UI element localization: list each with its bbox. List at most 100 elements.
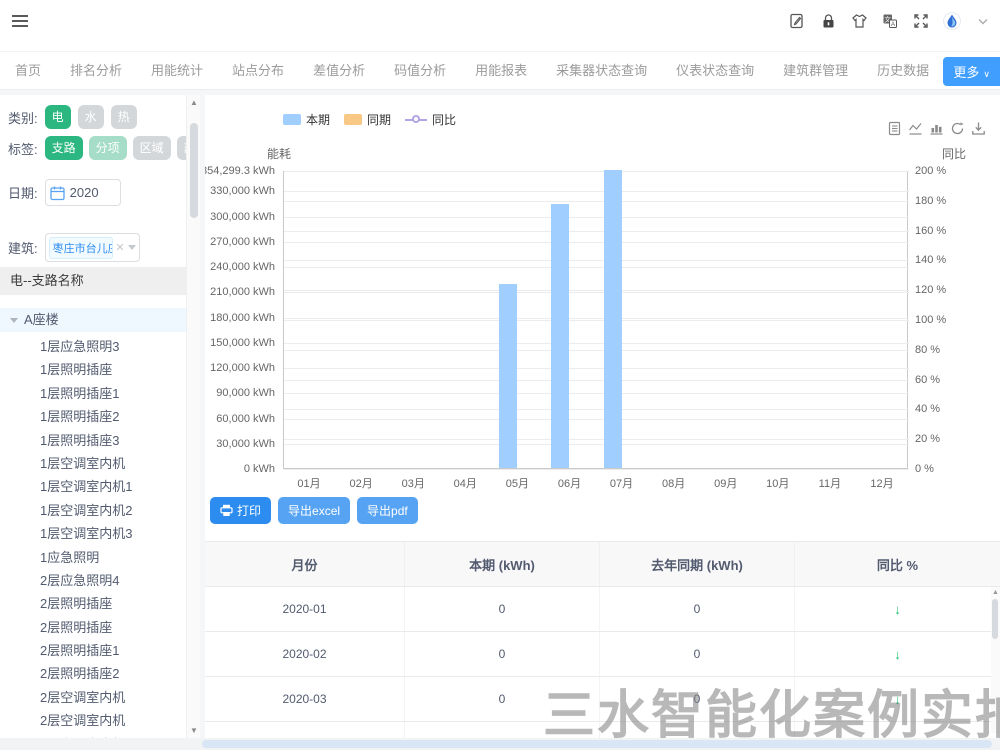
tree-node-child[interactable]: 1层照明插座1 <box>0 382 186 405</box>
bar-current-period[interactable] <box>551 204 569 468</box>
tree-node-child[interactable]: 2层空调室内机 <box>0 709 186 732</box>
sidebar-scrollbar[interactable]: ▲ ▼ <box>186 95 200 738</box>
tree-node-child[interactable]: 2层照明插座 <box>0 616 186 639</box>
tab-item[interactable]: 用能统计 <box>151 52 203 90</box>
tab-label: 用能统计 <box>151 63 203 78</box>
select-caret-icon <box>128 245 136 250</box>
line-chart-icon[interactable] <box>908 121 923 136</box>
trend-down-icon: ↓ <box>894 692 901 707</box>
comparison-table: 月份本期 (kWh)去年同期 (kWh)同比 % 2020-0100↓2020-… <box>205 541 1000 738</box>
tree-node-child[interactable]: 2层空调室内机 <box>0 686 186 709</box>
horizontal-scrollbar[interactable] <box>0 738 1000 750</box>
gridline <box>284 343 909 344</box>
scroll-down-icon[interactable]: ▼ <box>187 726 201 735</box>
tree-node-child[interactable]: 1应急照明 <box>0 546 186 569</box>
legend-item[interactable]: 本期 <box>283 111 330 128</box>
bar-current-period[interactable] <box>499 284 517 468</box>
y-axis-title: 能耗 <box>267 145 291 162</box>
tab-item[interactable]: 历史数据 <box>877 52 929 90</box>
tag-pill[interactable]: 部门 <box>177 136 186 160</box>
tree-node-child[interactable]: 1层照明插座3 <box>0 429 186 452</box>
tree-node-child[interactable]: 2层照明插座1 <box>0 639 186 662</box>
bar-chart-icon[interactable] <box>929 121 944 136</box>
bar-current-period[interactable] <box>604 170 622 468</box>
tree-node-child[interactable]: 1层空调室内机1 <box>0 475 186 498</box>
tag-label: 标签: <box>8 139 38 158</box>
theme-shirt-icon[interactable] <box>850 12 868 30</box>
gridline <box>284 350 909 351</box>
lock-icon[interactable] <box>819 12 837 30</box>
tab-item[interactable]: 首页 <box>15 52 41 90</box>
tag-pill[interactable]: 区域 <box>133 136 171 160</box>
tree-node-child[interactable]: 1层应急照明3 <box>0 335 186 358</box>
tree-node-child[interactable]: 2层照明插座2 <box>0 662 186 685</box>
select-clear-icon[interactable]: ✕ <box>115 241 124 254</box>
save-image-icon[interactable] <box>971 121 986 136</box>
tab-item[interactable]: 差值分析 <box>313 52 365 90</box>
tab-item[interactable]: 排名分析 <box>70 52 122 90</box>
app-logo[interactable] <box>943 12 961 30</box>
comparison-chart: 本期同期同比 能耗 同比 01月02月03月04月05月06月07月08月09月… <box>205 95 1000 535</box>
data-view-icon[interactable] <box>887 121 902 136</box>
date-filter-row: 日期: <box>8 179 121 206</box>
tab-label: 建筑群管理 <box>783 63 848 78</box>
fullscreen-icon[interactable] <box>912 12 930 30</box>
chevron-down-icon[interactable] <box>974 12 992 30</box>
export-excel-button[interactable]: 导出excel <box>278 497 350 524</box>
tab-item[interactable]: 站点分布 <box>232 52 284 90</box>
svg-text:A: A <box>891 22 895 28</box>
caret-down-icon[interactable] <box>10 318 18 323</box>
restore-icon[interactable] <box>950 121 965 136</box>
table-scroll-thumb[interactable] <box>992 599 998 639</box>
tree-node-child[interactable]: 1层空调室内机3 <box>0 522 186 545</box>
tab-bar: 首页排名分析 用能统计 站点分布差值分析码值分析用能报表采集器状态查询 仪表状态查询 建… <box>0 52 1000 90</box>
tree-node-child[interactable]: 1层空调室内机2 <box>0 499 186 522</box>
y-axis-tick: 300,000 kWh <box>210 211 275 223</box>
category-pill[interactable]: 电 <box>45 105 71 129</box>
tree-node-child[interactable]: 1层照明插座2 <box>0 405 186 428</box>
gridline <box>284 292 909 293</box>
legend-item[interactable]: 同期 <box>344 111 391 128</box>
scroll-up-icon[interactable]: ▲ <box>187 98 201 107</box>
tree-node-child[interactable]: 2层照明插座 <box>0 592 186 615</box>
calendar-icon <box>50 185 65 201</box>
table-scrollbar[interactable]: ▲ <box>991 587 1000 733</box>
edit-note-icon[interactable] <box>788 12 806 30</box>
legend-item[interactable]: 同比 <box>405 111 456 128</box>
gridline <box>284 380 909 381</box>
tree-node-child[interactable]: 1层空调室内机 <box>0 452 186 475</box>
tree-node-child[interactable]: 1层照明插座 <box>0 358 186 381</box>
print-button[interactable]: 打印 <box>210 497 271 524</box>
cell-last-year: 0 <box>600 632 795 676</box>
gridline <box>284 231 909 232</box>
translate-icon[interactable]: 文A <box>881 12 899 30</box>
more-tabs-button[interactable]: 更多∨ <box>943 57 1000 86</box>
x-axis-tick: 02月 <box>335 475 387 491</box>
tag-pill[interactable]: 分项 <box>89 136 127 160</box>
gridline <box>284 242 909 243</box>
sidebar-scroll-thumb[interactable] <box>190 123 198 218</box>
main-panel: 本期同期同比 能耗 同比 01月02月03月04月05月06月07月08月09月… <box>205 95 1000 738</box>
tab-item[interactable]: 码值分析 <box>394 52 446 90</box>
tab-item[interactable]: 仪表状态查询 <box>676 52 754 90</box>
table-header-row: 月份本期 (kWh)去年同期 (kWh)同比 % <box>205 542 1000 587</box>
cell-trend: ↓ <box>795 587 1000 631</box>
export-pdf-button[interactable]: 导出pdf <box>357 497 418 524</box>
category-pill[interactable]: 热 <box>111 105 137 129</box>
scroll-up-icon[interactable]: ▲ <box>991 589 1000 596</box>
y2-axis-tick: 160 % <box>915 225 946 237</box>
category-pill[interactable]: 水 <box>78 105 104 129</box>
tag-pill[interactable]: 支路 <box>45 136 83 160</box>
menu-toggle-icon[interactable] <box>12 15 28 29</box>
tree-node-child[interactable]: 2层应急照明4 <box>0 569 186 592</box>
table-header-cell: 去年同期 (kWh) <box>600 542 795 586</box>
y2-axis-tick: 180 % <box>915 195 946 207</box>
tab-item[interactable]: 用能报表 <box>475 52 527 90</box>
tab-item[interactable]: 建筑群管理 <box>783 52 848 90</box>
y-axis-tick: 60,000 kWh <box>216 413 275 425</box>
tab-label: 仪表状态查询 <box>676 63 754 78</box>
building-select[interactable]: 枣庄市台儿庄x ✕ <box>45 233 140 262</box>
tree-node-parent[interactable]: A座楼 <box>0 308 186 332</box>
tab-item[interactable]: 采集器状态查询 <box>556 52 647 90</box>
horizontal-scroll-thumb[interactable] <box>202 740 992 748</box>
